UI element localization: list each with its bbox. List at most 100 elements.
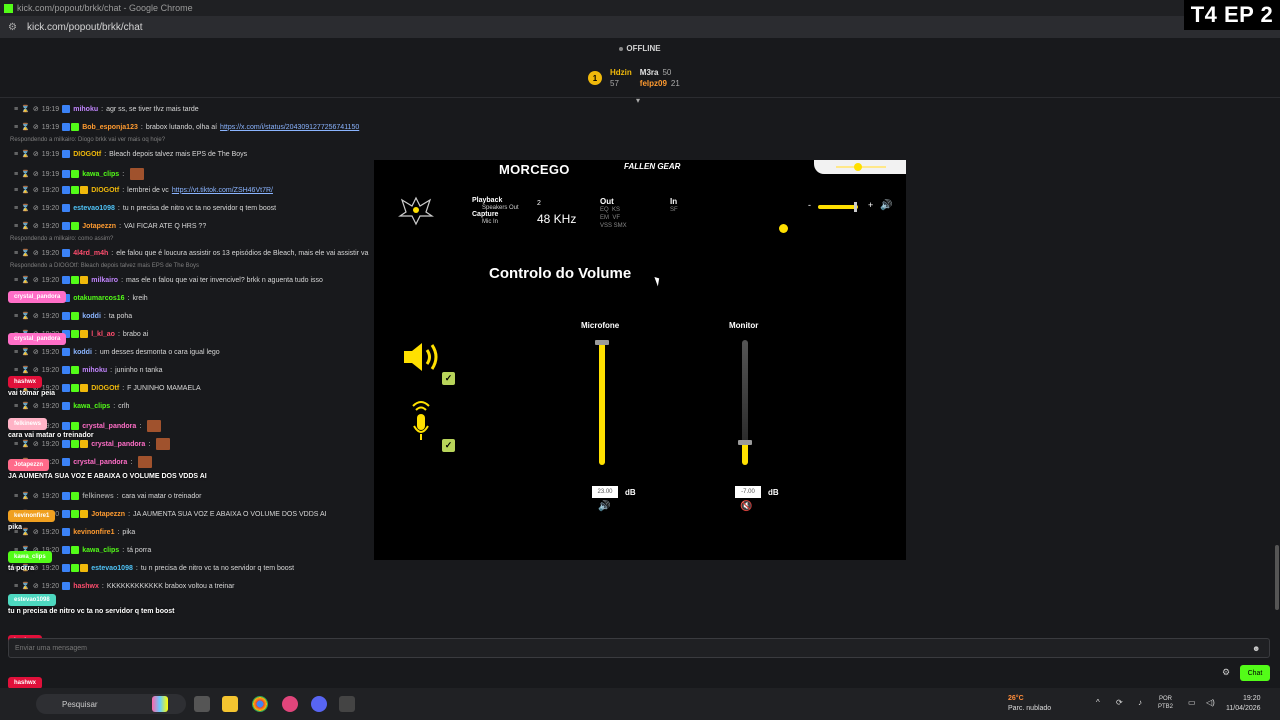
- timeout-icon[interactable]: ⌛: [21, 249, 30, 257]
- mod-menu-icon[interactable]: ≡: [14, 171, 18, 178]
- mod-menu-icon[interactable]: ≡: [14, 367, 18, 374]
- microphone-icon[interactable]: ♪: [1138, 698, 1142, 707]
- clock[interactable]: 19:20 11/04/2026: [1226, 694, 1261, 714]
- microfone-mute-icon[interactable]: 🔊: [598, 501, 610, 512]
- ban-icon[interactable]: ⊘: [33, 204, 39, 212]
- timeout-icon[interactable]: ⌛: [21, 402, 30, 410]
- volume-icon[interactable]: ◁): [1206, 698, 1215, 707]
- chat-message[interactable]: ≡ ⌛ ⊘ 19:20 4l4rd_m4h: ele falou que é loucur…: [14, 249, 368, 257]
- chat-message[interactable]: ≡ ⌛ ⊘ 19:20 mihoku: juninho n tanka: [14, 366, 163, 374]
- chat-username[interactable]: estevao1098: [73, 205, 115, 212]
- ban-icon[interactable]: ⊘: [33, 348, 39, 356]
- timeout-icon[interactable]: ⌛: [21, 204, 30, 212]
- chat-input[interactable]: Enviar uma mensagem: [8, 638, 1270, 658]
- chevron-up-icon[interactable]: ^: [1096, 698, 1100, 707]
- chat-username[interactable]: crystal_pandora: [91, 441, 145, 448]
- chat-username[interactable]: DIOGOtf: [91, 385, 119, 392]
- ban-icon[interactable]: ⊘: [33, 582, 39, 590]
- chat-username[interactable]: koddi: [82, 313, 101, 320]
- timeout-icon[interactable]: ⌛: [21, 222, 30, 230]
- leaders-2-3[interactable]: M3ra 50 felpz09 21: [640, 68, 680, 88]
- chat-username[interactable]: estevao1098: [91, 565, 133, 572]
- timeout-icon[interactable]: ⌛: [21, 150, 30, 158]
- ban-icon[interactable]: ⊘: [33, 276, 39, 284]
- ban-icon[interactable]: ⊘: [33, 222, 39, 230]
- language-indicator[interactable]: POR PTB2: [1158, 695, 1173, 711]
- mic-enabled-checkbox[interactable]: ✓: [442, 439, 455, 452]
- weather-widget[interactable]: 26°C Parc. nublado: [1008, 694, 1051, 714]
- ban-icon[interactable]: ⊘: [33, 249, 39, 257]
- scrollbar[interactable]: [1275, 545, 1279, 610]
- timeout-icon[interactable]: ⌛: [21, 105, 30, 113]
- ban-icon[interactable]: ⊘: [33, 440, 39, 448]
- mod-menu-icon[interactable]: ≡: [14, 124, 18, 131]
- ban-icon[interactable]: ⊘: [33, 366, 39, 374]
- file-explorer-icon[interactable]: [222, 696, 238, 712]
- chat-message[interactable]: ≡ ⌛ ⊘ 19:20 kawa_clips: crlh: [14, 402, 129, 410]
- ban-icon[interactable]: ⊘: [33, 150, 39, 158]
- chat-message[interactable]: ≡ ⌛ ⊘ 19:20 hashwx: KKKKKKKKKKKK brabox volto…: [14, 582, 234, 590]
- timeout-icon[interactable]: ⌛: [21, 492, 30, 500]
- reply-context[interactable]: Respondendo a DIOGOtf: Bleach depois tal…: [10, 263, 199, 269]
- chat-username[interactable]: Bob_esponja123: [82, 124, 138, 131]
- chat-username[interactable]: kawa_clips: [73, 403, 110, 410]
- chat-message[interactable]: ≡ ⌛ ⊘ 19:20 estevao1098: tu n precisa de nitr…: [14, 204, 276, 212]
- chat-message[interactable]: ≡ ⌛ ⊘ 19:20 DIOGOtf: lembrei de vc https://vt…: [14, 186, 273, 194]
- chat-username[interactable]: kevinonfire1: [73, 529, 114, 536]
- speaker-icon[interactable]: 🔊: [880, 200, 892, 211]
- gear-icon[interactable]: ⚙: [1222, 667, 1230, 678]
- site-settings-icon[interactable]: ⚙: [8, 22, 17, 33]
- chat-username[interactable]: kawa_clips: [82, 171, 119, 178]
- leader-name[interactable]: Hdzin: [610, 68, 632, 77]
- ban-icon[interactable]: ⊘: [33, 492, 39, 500]
- chat-message[interactable]: ≡⌛⊘19:20Jotapezzn:JA AUMENTA SUA VOZ E A…: [14, 510, 327, 518]
- message-link[interactable]: https://x.com/i/status/20430912772567411…: [220, 124, 359, 131]
- mod-menu-icon[interactable]: ≡: [14, 349, 18, 356]
- ban-icon[interactable]: ⊘: [33, 186, 39, 194]
- ban-icon[interactable]: ⊘: [33, 312, 39, 320]
- url-text[interactable]: kick.com/popout/brkk/chat: [27, 22, 143, 33]
- chat-message[interactable]: ≡ ⌛ ⊘ 19:20 koddi: um desses desmonta o cara …: [14, 348, 220, 356]
- microfone-slider[interactable]: [595, 340, 609, 465]
- timeout-icon[interactable]: ⌛: [21, 276, 30, 284]
- microfone-db-input[interactable]: 23.00: [592, 486, 618, 498]
- chat-username[interactable]: otakumarcos16: [73, 295, 124, 302]
- message-link[interactable]: https://vt.tiktok.com/ZSH46Vt7R/: [172, 187, 273, 194]
- mod-menu-icon[interactable]: ≡: [14, 250, 18, 257]
- mod-menu-icon[interactable]: ≡: [14, 583, 18, 590]
- discord-icon[interactable]: [311, 696, 327, 712]
- timeout-icon[interactable]: ⌛: [21, 312, 30, 320]
- monitor-slider[interactable]: [738, 340, 752, 465]
- mod-menu-icon[interactable]: ≡: [14, 277, 18, 284]
- chat-message[interactable]: ≡ ⌛ ⊘ 19:20 estevao1098: tu n precisa de nitr…: [14, 564, 294, 572]
- chat-message[interactable]: ≡⌛⊘19:20crystal_pandora:: [14, 438, 171, 450]
- ban-icon[interactable]: ⊘: [33, 170, 39, 178]
- timeout-icon[interactable]: ⌛: [21, 440, 30, 448]
- chat-username[interactable]: mihoku: [82, 367, 107, 374]
- emoji-icon[interactable]: ☻: [1252, 644, 1272, 653]
- chat-message[interactable]: ≡ ⌛ ⊘ 19:20 Jotapezzn: VAI FICAR ATE Q HRS ??: [14, 222, 206, 230]
- chat-username[interactable]: kawa_clips: [82, 547, 119, 554]
- timeout-icon[interactable]: ⌛: [21, 186, 30, 194]
- timeout-icon[interactable]: ⌛: [21, 348, 30, 356]
- mod-menu-icon[interactable]: ≡: [14, 205, 18, 212]
- mod-menu-icon[interactable]: ≡: [14, 493, 18, 500]
- network-icon[interactable]: ⟳: [1116, 698, 1123, 707]
- mod-menu-icon[interactable]: ≡: [14, 313, 18, 320]
- monitor-db-input[interactable]: -7.00: [735, 486, 761, 498]
- chat-username[interactable]: l_kl_ao: [91, 331, 115, 338]
- mod-menu-icon[interactable]: ≡: [14, 106, 18, 113]
- chat-username[interactable]: 4l4rd_m4h: [73, 250, 108, 257]
- leader-name[interactable]: felpz09: [640, 79, 667, 88]
- address-bar[interactable]: ⚙ kick.com/popout/brkk/chat: [0, 16, 1280, 38]
- mod-menu-icon[interactable]: ≡: [14, 187, 18, 194]
- chat-message[interactable]: ≡ ⌛ ⊘ 19:19 Bob_esponja123: brabox lutando, o…: [14, 123, 359, 131]
- chat-message[interactable]: ≡ ⌛ ⊘ 19:20 milkairo: mas ele n falou que vai…: [14, 276, 323, 284]
- speaker-enabled-checkbox[interactable]: ✓: [442, 372, 455, 385]
- gift-leaderboard[interactable]: 1 Hdzin 57 M3ra 50 felpz09 21: [588, 68, 680, 88]
- display-icon[interactable]: ▭: [1188, 698, 1196, 707]
- slider-thumb[interactable]: [595, 340, 609, 345]
- mod-menu-icon[interactable]: ≡: [14, 403, 18, 410]
- chrome-icon[interactable]: [252, 696, 268, 712]
- chat-username[interactable]: koddi: [73, 349, 92, 356]
